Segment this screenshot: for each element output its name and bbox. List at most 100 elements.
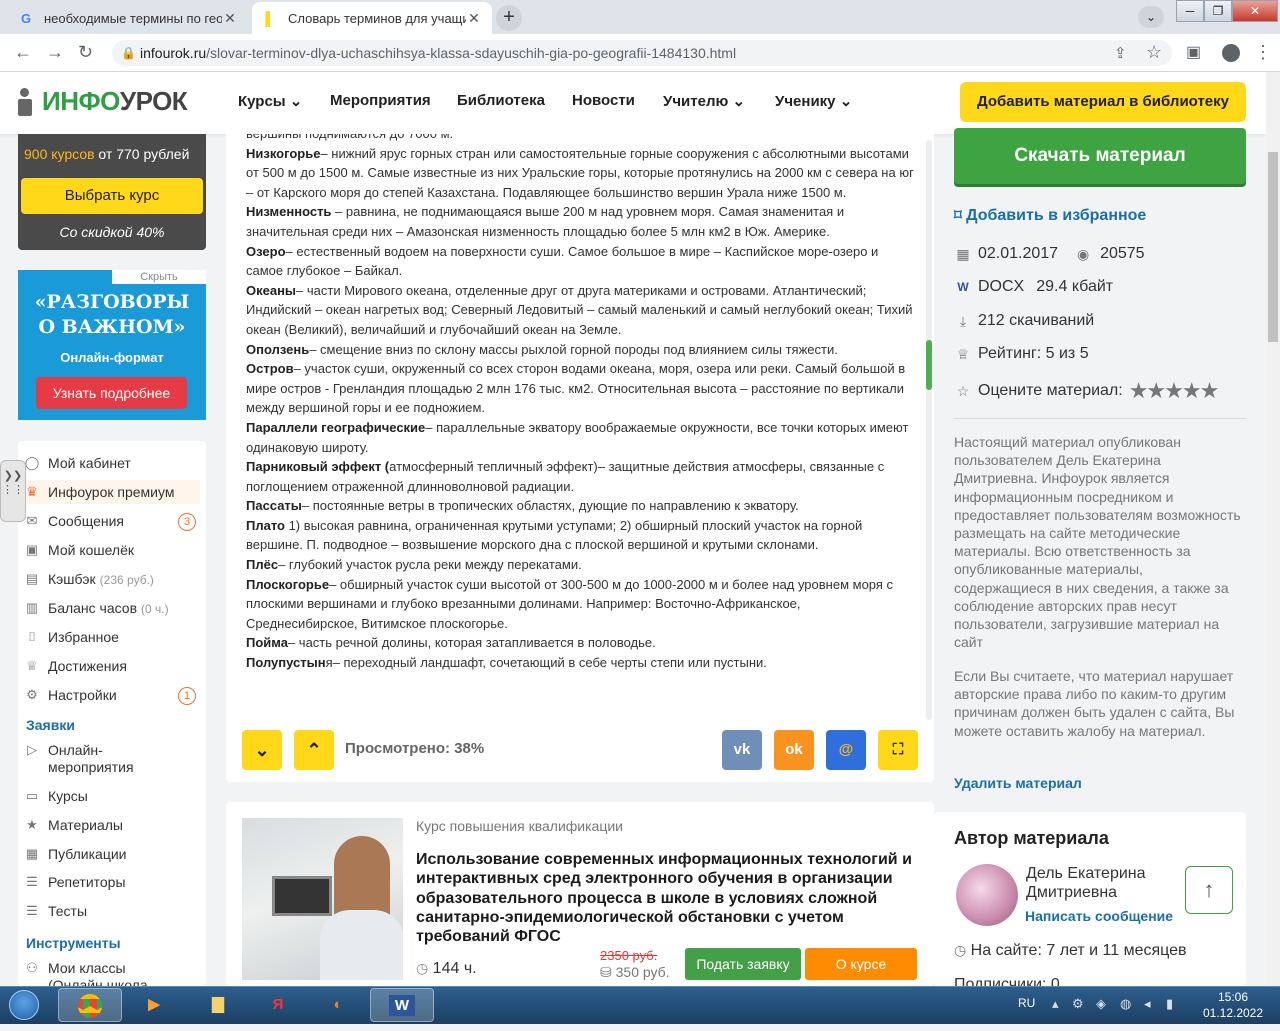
vk-share-button[interactable]: vk xyxy=(722,730,762,770)
sidebar-item-premium[interactable]: ♛ Инфоурок премиум xyxy=(18,480,200,504)
share-icon[interactable]: ⇪ xyxy=(1114,44,1127,62)
write-message-link[interactable]: Написать сообщение xyxy=(1025,908,1173,924)
course-title[interactable]: Использование современных информационных… xyxy=(416,850,916,946)
taskbar-clock[interactable]: 15:06 01.12.2022 xyxy=(1196,989,1270,1021)
entry: Полупустыня– переходный ландшафт, сочета… xyxy=(246,653,914,673)
avatar[interactable] xyxy=(956,864,1018,926)
mailru-share-button[interactable]: @ xyxy=(826,730,866,770)
close-tab-icon[interactable]: ✕ xyxy=(466,10,482,27)
nav-teacher[interactable]: Учителю ⌄ xyxy=(663,92,745,110)
page-scrollbar[interactable] xyxy=(1266,72,1280,986)
scroll-down-button[interactable]: ⌄ xyxy=(242,730,282,770)
material-downloads: ⤓ 212 скачиваний xyxy=(954,312,1094,330)
ok-share-button[interactable]: ok xyxy=(774,730,814,770)
course-card[interactable]: Курс повышения квалификации Использовани… xyxy=(226,802,934,986)
sidebar-item-materials[interactable]: ★ Материалы xyxy=(24,817,200,833)
entry-text: – постоянные ветры в тропических областя… xyxy=(301,498,799,514)
scroll-up-button[interactable]: ⌃ xyxy=(294,730,334,770)
material-views: 20575 xyxy=(1100,245,1145,262)
tray-arrow-icon[interactable]: ▴ xyxy=(1052,996,1059,1012)
word-icon: W xyxy=(388,995,416,1016)
tray-app-icon[interactable]: ◈ xyxy=(1096,996,1106,1012)
document-scrollbar[interactable] xyxy=(926,140,932,720)
close-tab-icon[interactable]: ✕ xyxy=(222,10,238,27)
sidebar-item-achievements[interactable]: ♕ Достижения xyxy=(24,658,200,674)
learn-more-button[interactable]: Узнать подробнее xyxy=(36,377,187,409)
about-course-button[interactable]: О курсе xyxy=(805,948,917,980)
back-icon[interactable]: ← xyxy=(14,42,32,63)
maximize-button[interactable]: ❐ xyxy=(1204,0,1232,22)
sidebar-item-tutors[interactable]: ☰ Репетиторы xyxy=(24,874,200,890)
document-scroll-thumb[interactable] xyxy=(926,340,932,390)
taskbar-yandex[interactable]: Я xyxy=(246,988,310,1022)
minimize-button[interactable]: ─ xyxy=(1176,0,1204,22)
nav-courses[interactable]: Курсы ⌄ xyxy=(238,92,302,110)
author-name[interactable]: Дель Екатерина Дмитриевна xyxy=(1026,864,1146,902)
sidebar-item-online-events[interactable]: ▷ Онлайн-мероприятия xyxy=(24,742,200,776)
nav-events[interactable]: Мероприятия xyxy=(330,92,431,109)
browser-tab-1[interactable]: G необходимые термины по геогр ✕ xyxy=(8,2,248,34)
menu-dots-icon[interactable]: ⋮ xyxy=(1254,42,1272,63)
profile-avatar[interactable] xyxy=(1222,44,1240,62)
side-panel-icon[interactable]: ▣ xyxy=(1186,42,1201,62)
logo[interactable]: ИНФО УРОК xyxy=(18,86,188,117)
close-window-button[interactable]: ✕ xyxy=(1232,0,1278,22)
windows-logo-icon xyxy=(9,990,39,1020)
forward-icon[interactable]: → xyxy=(46,42,64,63)
taskbar-word[interactable]: W xyxy=(370,988,434,1022)
taskbar-firefox[interactable]: ◐ xyxy=(306,988,370,1022)
tray-app-icon[interactable]: ⚙ xyxy=(1072,996,1084,1012)
section-requests: Заявки xyxy=(26,717,75,733)
settings-badge: 1 xyxy=(178,687,196,705)
add-material-button[interactable]: Добавить материал в библиотеку xyxy=(960,82,1246,122)
language-indicator[interactable]: RU xyxy=(1018,996,1035,1010)
bookmark-star-icon[interactable]: ☆ xyxy=(1146,42,1162,63)
apply-button[interactable]: Подать заявку xyxy=(685,948,801,980)
sidebar-item-publications[interactable]: ▦ Публикации xyxy=(24,846,200,862)
important-talks-banner[interactable]: Скрыть «РАЗГОВОРЫ О ВАЖНОМ» Онлайн-формат… xyxy=(18,270,206,420)
browser-tab-2[interactable]: ▌ Словарь терминов для учащихс ✕ xyxy=(252,2,492,34)
new-tab-button[interactable]: + xyxy=(496,5,522,31)
banner-headline-2: О ВАЖНОМ» xyxy=(38,316,186,338)
choose-course-button[interactable]: Выбрать курс xyxy=(21,178,203,214)
taskbar-explorer[interactable]: ▇ xyxy=(186,988,250,1022)
scroll-to-top-button[interactable]: ↑ xyxy=(1185,866,1233,914)
page-scroll-thumb[interactable] xyxy=(1268,152,1278,342)
sidebar-item-tests[interactable]: ☰ Тесты xyxy=(24,903,200,919)
promo-discount: Со скидкой 40% xyxy=(59,224,165,240)
tray-network-icon[interactable]: ◍ xyxy=(1120,996,1131,1012)
add-to-favorites-link[interactable]: ⌑ Добавить в избранное xyxy=(954,206,1146,225)
reload-icon[interactable]: ↻ xyxy=(78,42,93,63)
tray-battery-icon[interactable]: ▮ xyxy=(1166,996,1173,1012)
sidebar-item-favorites[interactable]: ⌷ Избранное xyxy=(24,629,200,645)
courses-promo[interactable]: 900 курсов от 770 рублей Выбрать курс Со… xyxy=(18,134,206,250)
taskbar-media-player[interactable]: ▶ xyxy=(122,988,186,1022)
sidebar-item-messages[interactable]: ✉ Сообщения 3 xyxy=(24,513,200,531)
rating-stars[interactable]: ★★★★★ xyxy=(1129,378,1220,404)
start-button[interactable] xyxy=(0,986,50,1024)
chevron-down-icon: ⌄ xyxy=(732,93,746,110)
nav-library[interactable]: Библиотека xyxy=(457,92,545,109)
sidebar-item-wallet[interactable]: ▣ Мой кошелёк xyxy=(24,542,200,558)
sidebar-item-classes[interactable]: ⚇ Мои классы (Онлайн школа xyxy=(24,960,200,986)
author-on-site: ◷ На сайте: 7 лет и 11 месяцев xyxy=(954,942,1187,960)
sidebar-item-cashback[interactable]: ▤ Кэшбэк (236 руб.) xyxy=(24,571,200,587)
url-input[interactable]: 🔒 infourok.ru/slovar-terminov-dlya-uchas… xyxy=(112,40,1172,66)
fullscreen-button[interactable]: ⛶ xyxy=(878,730,918,770)
sidebar-item-courses[interactable]: ▭ Курсы xyxy=(24,788,200,804)
side-drag-handle[interactable]: ❯❯ ⋮⋮ xyxy=(0,460,26,522)
sidebar-item-settings[interactable]: ⚙ Настройки 1 xyxy=(24,687,200,705)
tab-search-icon[interactable]: ⌄ xyxy=(1138,6,1164,28)
taskbar-chrome[interactable] xyxy=(58,988,122,1022)
sidebar-item-hours[interactable]: ▥ Баланс часов (0 ч.) xyxy=(24,600,200,616)
nav-student[interactable]: Ученику ⌄ xyxy=(775,92,852,110)
entry-text: – нижний ярус горных стран или самостоят… xyxy=(246,145,914,200)
person-body-shape xyxy=(320,910,403,980)
delete-material-link[interactable]: Удалить материал xyxy=(954,775,1082,791)
hide-banner-link[interactable]: Скрыть xyxy=(112,270,206,284)
nav-label: Мероприятия xyxy=(330,92,431,109)
sidebar-item-cabinet[interactable]: ◯ Мой кабинет xyxy=(24,455,200,471)
tray-volume-icon[interactable]: ◂ xyxy=(1144,996,1151,1012)
nav-news[interactable]: Новости xyxy=(572,92,635,109)
download-button[interactable]: Скачать материал xyxy=(954,128,1246,184)
